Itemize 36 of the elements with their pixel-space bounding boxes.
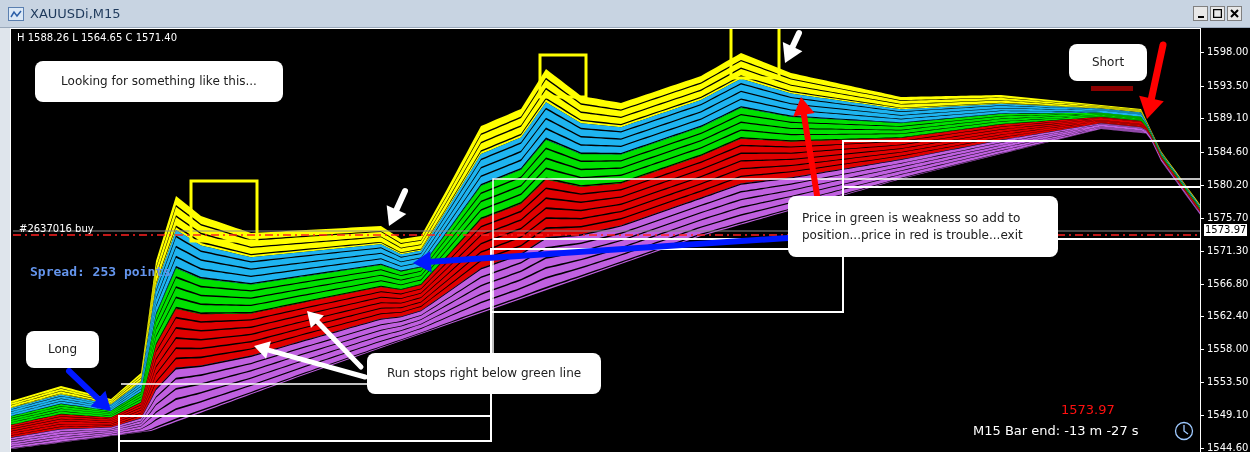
current-price-tag: 1573.97 (1204, 224, 1248, 236)
close-button[interactable] (1227, 6, 1242, 21)
annotation-arrow (66, 368, 111, 411)
axis-label: 1593.50 (1207, 80, 1249, 92)
chart-window-icon (8, 6, 24, 21)
window-title: XAUUSDi,M15 (30, 4, 121, 23)
callout-note: Price in green is weakness so add to position...price in red is trouble...exit (788, 196, 1058, 257)
annotation-arrow (386, 188, 408, 226)
callout-note: Short (1069, 44, 1147, 81)
bar-timer: M15 Bar end: -13 m -27 s (973, 423, 1139, 438)
axis-label: 1562.40 (1207, 310, 1249, 322)
callout-note: Long (26, 331, 99, 368)
order-label: #2637016 buy (19, 223, 94, 235)
axis-label: 1598.00 (1207, 46, 1249, 58)
ohlc-readout: H 1588.26 L 1564.65 C 1571.40 (17, 32, 178, 44)
callout-note: Run stops right below green line (367, 353, 601, 394)
axis-label: 1575.70 (1207, 212, 1249, 224)
axis-label: 1553.50 (1207, 376, 1249, 388)
highlight-box (189, 179, 259, 243)
axis-label: 1571.30 (1207, 245, 1249, 257)
axis-label: 1544.60 (1207, 442, 1249, 452)
callout-note: Looking for something like this... (35, 61, 283, 102)
axis-label: 1558.00 (1207, 343, 1249, 355)
minimize-button[interactable] (1193, 6, 1208, 21)
close-icon (1230, 9, 1239, 18)
axis-label: 1589.10 (1207, 112, 1249, 124)
axis-label: 1580.20 (1207, 179, 1249, 191)
maximize-icon (1213, 9, 1222, 18)
axis-label: 1584.60 (1207, 146, 1249, 158)
clock-icon (1174, 421, 1194, 441)
timer-price: 1573.97 (1061, 402, 1115, 417)
minimize-icon (1197, 15, 1204, 18)
axis-label: 1549.10 (1207, 409, 1249, 421)
level-marker (1091, 86, 1133, 91)
maximize-button[interactable] (1210, 6, 1225, 21)
axis-label: 1566.80 (1207, 278, 1249, 290)
